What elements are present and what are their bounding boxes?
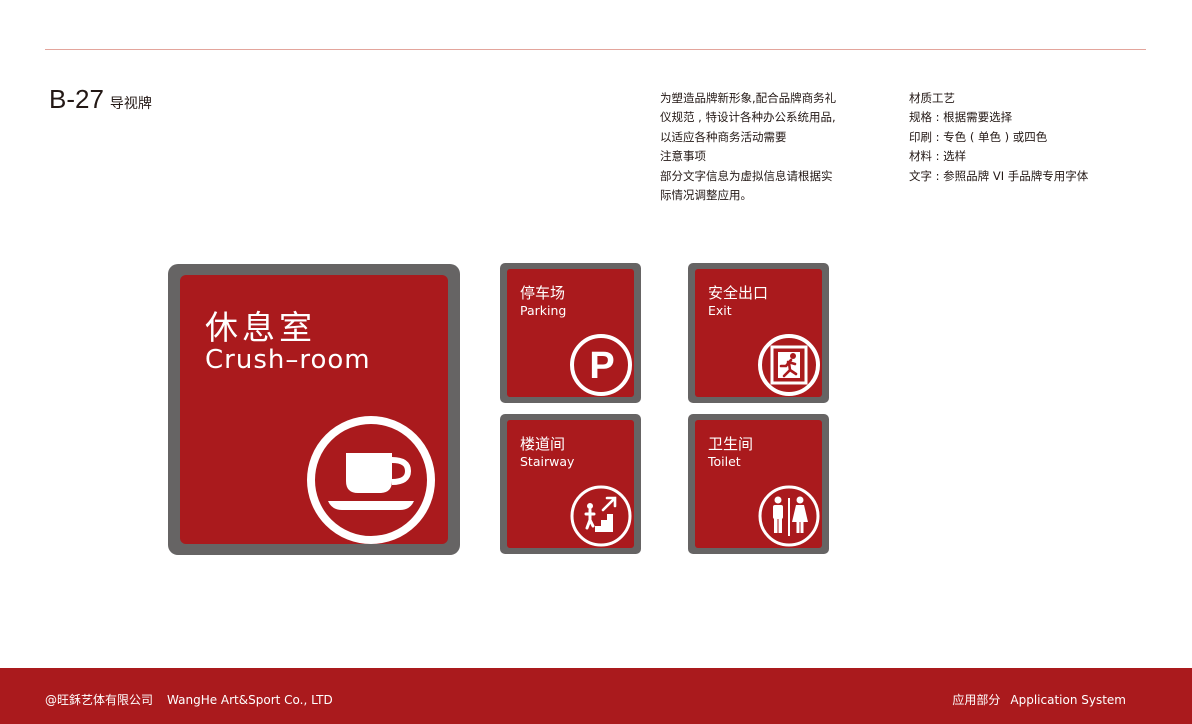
description-line: 部分文字信息为虚拟信息请根据实 (660, 168, 833, 183)
section-name: 导视牌 (109, 96, 152, 112)
parking-icon: P (570, 334, 632, 396)
sign-stairway: 楼道间 Stairway (500, 414, 641, 554)
spec-line: 材质工艺 (909, 91, 955, 105)
sign-face: 卫生间 Toilet (695, 420, 822, 548)
sign-face: 停车场 Parking P (507, 269, 634, 397)
sign-title-en: Crush–room (205, 345, 371, 375)
parking-glyph: P (589, 345, 614, 387)
sign-title-cn: 安全出口 (708, 284, 769, 302)
sign-face: 楼道间 Stairway (507, 420, 634, 548)
emergency-exit-icon (758, 334, 820, 396)
spec-line: 规格 : 根据需要选择 (909, 110, 1013, 125)
spec-line: 文字 : 参照品牌 VI 手品牌专用字体 (909, 168, 1089, 183)
sign-face: 休息室 Crush–room (180, 275, 448, 544)
spec-line: 印刷 : 专色 ( 单色 ) 或四色 (909, 129, 1048, 144)
section-label-en: Application System (1010, 693, 1126, 707)
footer-section: 应用部分 Application System (952, 691, 1126, 708)
sign-title-cn: 卫生间 (708, 435, 754, 453)
sign-title-en: Exit (708, 303, 732, 318)
sign-rest-room: 休息室 Crush–room (168, 264, 460, 555)
description-line: 仪规范 , 特设计各种办公系统用品, (660, 110, 836, 125)
description-line: 际情况调整应用。 (660, 188, 752, 203)
description-line: 为塑造品牌新形象,配合品牌商务礼 (660, 91, 837, 105)
sign-face: 安全出口 Exit (695, 269, 822, 397)
sign-title-en: Parking (520, 303, 567, 318)
sign-title-en: Stairway (520, 454, 575, 469)
coffee-cup-icon (307, 416, 435, 544)
sign-title-cn: 休息室 (205, 308, 316, 347)
footer-bar: @旺鉌艺体有限公司 WangHe Art&Sport Co., LTD 应用部分 A… (0, 668, 1192, 724)
footer-company: @旺鉌艺体有限公司 WangHe Art&Sport Co., LTD (45, 691, 333, 708)
stairway-icon (570, 485, 632, 547)
sign-exit: 安全出口 Exit (688, 263, 829, 403)
specs-block: 材质工艺 规格 : 根据需要选择 印刷 : 专色 ( 单色 ) 或四色 材料 :… (909, 89, 1088, 186)
sign-title-cn: 停车场 (520, 284, 566, 302)
section-code: B-27 (49, 84, 104, 114)
description-block: 为塑造品牌新形象,配合品牌商务礼 仪规范 , 特设计各种办公系统用品, 以适应各… (660, 89, 836, 205)
section-label-cn: 应用部分 (952, 693, 1001, 707)
description-line: 注意事项 (660, 149, 706, 164)
sign-title-en: Toilet (708, 454, 741, 469)
sign-parking: 停车场 Parking P (500, 263, 641, 403)
top-divider (45, 49, 1146, 50)
toilet-icon (758, 485, 820, 547)
sign-toilet: 卫生间 Toilet (688, 414, 829, 554)
company-name-en: WangHe Art&Sport Co., LTD (167, 693, 333, 707)
description-line: 以适应各种商务活动需要 (660, 129, 787, 144)
company-name-cn: @旺鉌艺体有限公司 (45, 693, 154, 707)
spec-line: 材料 : 选样 (909, 149, 967, 164)
sign-title-cn: 楼道间 (520, 435, 566, 453)
section-title: B-27 导视牌 (49, 84, 152, 115)
